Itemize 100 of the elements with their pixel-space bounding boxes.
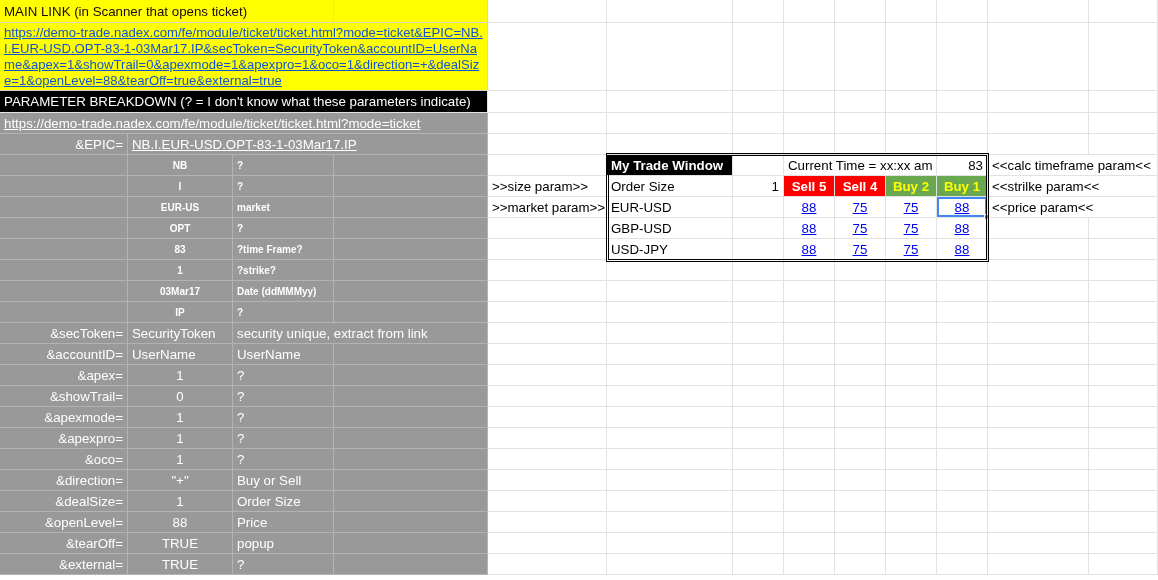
empty-cell: [886, 302, 937, 323]
empty-cell: [733, 533, 784, 554]
price-link[interactable]: 75: [886, 239, 936, 259]
parameter-name: &accountID=: [0, 344, 128, 365]
epic-part: 1: [128, 260, 233, 281]
empty-cell: [733, 491, 784, 512]
empty-cell: [784, 470, 835, 491]
empty-cell: [937, 281, 988, 302]
price-link[interactable]: 75: [886, 218, 936, 238]
parameter-value: TRUE: [128, 533, 233, 554]
market-name: EUR-USD: [607, 197, 733, 218]
empty-cell: [784, 533, 835, 554]
price-link[interactable]: 88: [937, 197, 987, 217]
empty-cell: [835, 302, 886, 323]
empty-cell: [886, 407, 937, 428]
epic-part: I: [128, 176, 233, 197]
parameter-note: ?: [233, 554, 334, 575]
parameter-note: Order Size: [233, 491, 334, 512]
epic-part: 03Mar17: [128, 281, 233, 302]
empty-cell: [886, 533, 937, 554]
empty-cell: [937, 302, 988, 323]
price-link[interactable]: 75: [835, 239, 885, 259]
empty-cell: [784, 281, 835, 302]
empty-cell: [886, 323, 937, 344]
parameter-name: &apex=: [0, 365, 128, 386]
empty-cell: [1089, 23, 1158, 91]
parameter-name: &EPIC=: [0, 134, 128, 155]
empty-cell: [733, 91, 784, 113]
empty-cell: [886, 449, 937, 470]
empty-cell: [835, 512, 886, 533]
parameter-name: &openLevel=: [0, 512, 128, 533]
parameter-value: UserName: [128, 344, 233, 365]
empty-cell: [733, 470, 784, 491]
empty-cell: [733, 0, 784, 23]
epic-part: OPT: [128, 218, 233, 239]
empty-cell: [1089, 470, 1158, 491]
empty-cell: [835, 344, 886, 365]
empty-cell: [937, 491, 988, 512]
empty-cell: [937, 449, 988, 470]
empty-cell: [784, 0, 835, 23]
empty-cell: [835, 470, 886, 491]
parameter-name: &external=: [0, 554, 128, 575]
empty-cell: [835, 134, 886, 155]
empty-cell: [1089, 91, 1158, 113]
price-link[interactable]: 88: [937, 239, 987, 259]
empty-cell: [784, 344, 835, 365]
order-action-cell: Buy 2: [886, 176, 937, 197]
empty-cell: [1089, 113, 1158, 134]
price-note: <<price param<<: [988, 197, 1158, 218]
parameter-value: 0: [128, 386, 233, 407]
empty-cell: [733, 323, 784, 344]
price-link[interactable]: 88: [784, 197, 834, 217]
empty-cell: [886, 23, 937, 91]
price-link[interactable]: 88: [937, 218, 987, 238]
empty-cell: [733, 386, 784, 407]
empty-cell: [1089, 449, 1158, 470]
empty-cell: [733, 407, 784, 428]
parameter-note: ?: [233, 428, 334, 449]
empty-cell: [886, 491, 937, 512]
empty-cell: [835, 23, 886, 91]
empty-cell: [784, 491, 835, 512]
empty-cell: [937, 91, 988, 113]
empty-cell: [886, 344, 937, 365]
epic-part: EUR-US: [128, 197, 233, 218]
empty-cell: [784, 449, 835, 470]
order-size-label: Order Size: [607, 176, 733, 197]
price-link[interactable]: 75: [835, 218, 885, 238]
empty-cell: [733, 344, 784, 365]
empty-cell: [886, 365, 937, 386]
empty-cell: [1089, 260, 1158, 281]
order-action-cell: Buy 1: [937, 176, 988, 197]
empty-cell: [886, 470, 937, 491]
empty-cell: [1089, 239, 1158, 260]
empty-cell: [937, 470, 988, 491]
price-link[interactable]: 75: [886, 197, 936, 217]
empty-cell: [733, 449, 784, 470]
empty-cell: [733, 281, 784, 302]
empty-cell: [733, 512, 784, 533]
empty-cell: [886, 91, 937, 113]
parameter-value: 88: [128, 512, 233, 533]
empty-cell: [784, 407, 835, 428]
empty-cell: [1089, 554, 1158, 575]
empty-cell: [835, 449, 886, 470]
empty-cell: [784, 23, 835, 91]
empty-cell: [937, 554, 988, 575]
empty-cell: [937, 512, 988, 533]
price-link[interactable]: 88: [784, 218, 834, 238]
empty-cell: [733, 134, 784, 155]
parameter-note: Buy or Sell: [233, 470, 334, 491]
price-link[interactable]: 88: [784, 239, 834, 259]
parameter-value: TRUE: [128, 554, 233, 575]
parameter-name: &showTrail=: [0, 386, 128, 407]
empty-cell: [1089, 512, 1158, 533]
empty-cell: [835, 0, 886, 23]
empty-cell: [937, 428, 988, 449]
empty-cell: [1089, 281, 1158, 302]
trade-window-title: My Trade Window: [607, 155, 733, 176]
price-link[interactable]: 75: [835, 197, 885, 217]
market-note: >>market param>>: [488, 197, 607, 218]
timeframe-note: <<calc timeframe param<<: [988, 155, 1158, 176]
